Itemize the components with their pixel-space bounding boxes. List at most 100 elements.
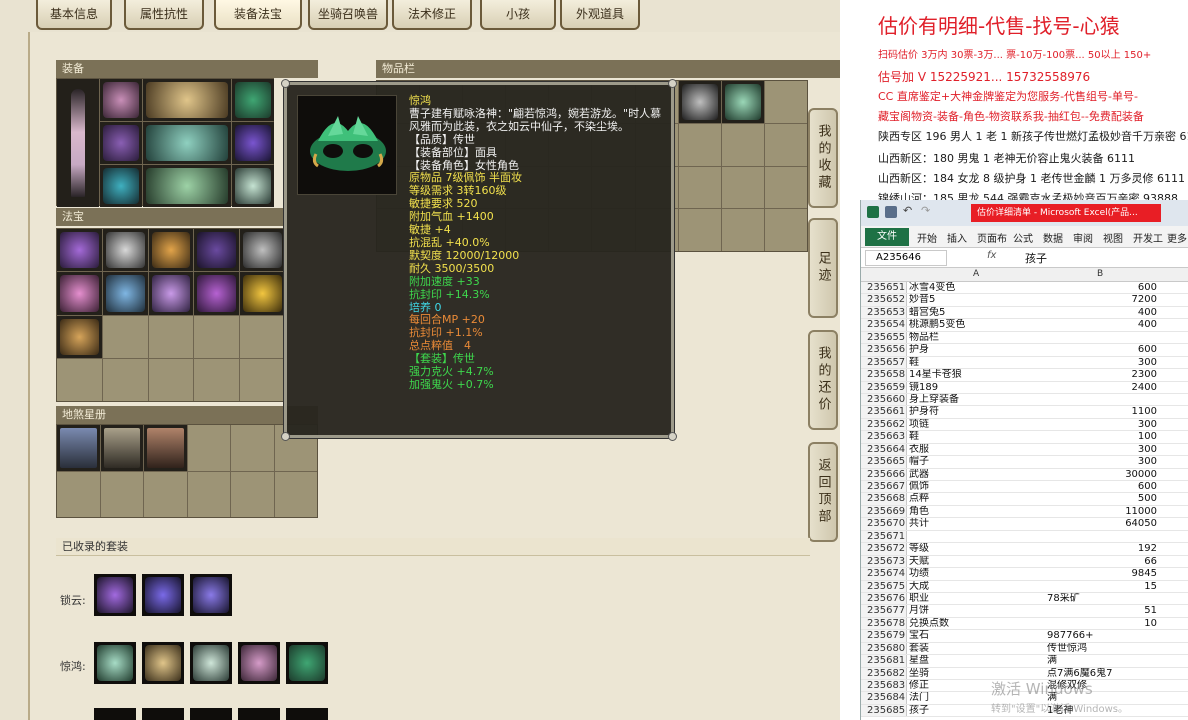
undo-icon[interactable]: ↶ [903,204,912,217]
row-number[interactable]: 235662 [861,418,907,431]
equipment-slot[interactable] [100,79,142,121]
table-row[interactable]: 235659 镜189 2400 [861,381,1188,394]
table-row[interactable]: 235672 等级 192 [861,543,1188,556]
equipment-slot[interactable] [232,122,274,164]
my-favorites-button[interactable]: 我的收藏 [808,108,838,208]
tab-basic-info[interactable]: 基本信息 [36,0,112,30]
table-row[interactable]: 235662 项链 300 [861,418,1188,432]
cell-a[interactable]: 天赋 [909,556,1045,568]
row-number[interactable]: 235678 [861,617,907,630]
cell-a[interactable]: 物品栏 [909,332,1045,344]
constellation-card[interactable] [57,425,100,471]
cell-b[interactable]: 300 [1047,444,1157,456]
cell-b[interactable]: 600 [1047,344,1157,356]
suit-item[interactable] [142,708,184,720]
row-number[interactable]: 235660 [861,393,907,406]
cell-b[interactable]: 2300 [1047,369,1157,381]
table-row[interactable]: 235654 桃源鹏5变色 400 [861,319,1188,332]
cell-a[interactable]: 镜189 [909,382,1045,394]
row-number[interactable]: 235652 [861,294,907,306]
row-number[interactable]: 235670 [861,518,907,530]
cell-a[interactable]: 鞋 [909,357,1045,369]
table-row[interactable]: 235666 武器 30000 [861,468,1188,481]
save-icon[interactable] [885,206,897,218]
table-row[interactable]: 235668 点粹 500 [861,493,1188,506]
treasure-slot[interactable] [194,229,240,272]
cell-b[interactable]: 600 [1047,282,1157,294]
cell-b[interactable]: 400 [1047,307,1157,319]
table-row[interactable]: 235680 套装 传世惊鸿 [861,642,1188,656]
back-to-top-button[interactable]: 返回顶部 [808,442,838,542]
row-number[interactable]: 235683 [861,680,907,692]
cell-b[interactable]: 1100 [1047,406,1157,418]
empty-slot[interactable] [187,471,230,517]
cell-a[interactable]: 护身符 [909,406,1045,418]
table-row[interactable]: 235669 角色 11000 [861,505,1188,519]
cell-b[interactable]: 10 [1047,618,1157,630]
ribbon-tab-formulas[interactable]: 公式 [1013,230,1033,245]
cell-b[interactable]: 300 [1047,357,1157,369]
suit-item[interactable] [238,642,280,684]
cell-b[interactable]: 11000 [1047,506,1157,518]
row-number[interactable]: 235674 [861,568,907,580]
table-row[interactable]: 235671 [861,530,1188,544]
table-row[interactable]: 235651 冰雪4变色 600 [861,282,1188,295]
equipment-slot[interactable] [143,122,231,164]
table-row[interactable]: 235681 星盘满 [861,655,1188,668]
row-number[interactable]: 235681 [861,655,907,667]
cell-a[interactable]: 鞋 [909,431,1045,443]
table-row[interactable]: 235653 蜡宫兔5 400 [861,306,1188,320]
cell-a[interactable]: 功绩 [909,568,1045,580]
empty-slot[interactable] [240,358,285,401]
my-counter-offer-button[interactable]: 我的还价 [808,330,838,430]
cell-b[interactable]: 100 [1047,431,1157,443]
row-number[interactable]: 235665 [861,456,907,468]
table-row[interactable]: 235678 兑换点数 10 [861,617,1188,631]
cell-a[interactable]: 宝石 [909,630,1045,642]
inventory-item[interactable] [678,81,721,123]
treasure-slot[interactable] [57,229,102,272]
table-row[interactable]: 235673 天赋 66 [861,555,1188,569]
row-number[interactable]: 235685 [861,704,907,717]
tab-mounts-pets[interactable]: 坐骑召唤兽 [308,0,388,30]
column-header-a[interactable]: A [973,269,979,279]
table-row[interactable]: 235660 身上穿装备 [861,393,1188,407]
equipment-slot[interactable] [143,165,231,207]
cell-b[interactable]: 192 [1047,543,1157,555]
redo-icon[interactable]: ↷ [921,204,930,217]
suit-item[interactable] [190,708,232,720]
row-number[interactable]: 235672 [861,543,907,555]
row-number[interactable]: 235680 [861,642,907,655]
tab-appearance[interactable]: 外观道具 [560,0,640,30]
cell-a[interactable]: 共计 [909,518,1045,530]
ribbon-tab-home[interactable]: 开始 [917,230,937,245]
table-row[interactable]: 235670 共计 64050 [861,518,1188,531]
treasure-slot[interactable] [240,272,285,315]
cell-a[interactable]: 衣服 [909,444,1045,456]
ribbon-tab-review[interactable]: 审阅 [1073,230,1093,245]
row-number[interactable]: 235677 [861,605,907,617]
tab-child[interactable]: 小孩 [480,0,556,30]
cell-a[interactable]: 点粹 [909,493,1045,505]
empty-slot[interactable] [194,358,240,401]
suit-item[interactable] [286,642,328,684]
table-row[interactable]: 235677 月饼 51 [861,605,1188,618]
row-number[interactable]: 235657 [861,356,907,369]
row-number[interactable]: 235658 [861,369,907,381]
table-row[interactable]: 235655 物品栏 [861,331,1188,345]
table-row[interactable]: 235657 鞋 300 [861,356,1188,370]
cell-a[interactable]: 妙音5 [909,294,1045,306]
cell-b[interactable]: 400 [1047,319,1157,331]
cell-b[interactable]: 500 [1047,493,1157,505]
table-row[interactable]: 235674 功绩 9845 [861,568,1188,581]
column-header-b[interactable]: B [1097,269,1103,279]
empty-slot[interactable] [102,315,148,358]
cell-a[interactable]: 武器 [909,469,1045,481]
equipment-slot[interactable] [100,165,142,207]
table-row[interactable]: 235658 14星卡苍狼 2300 [861,369,1188,382]
empty-slot[interactable] [187,425,230,471]
cell-a[interactable]: 桃源鹏5变色 [909,319,1045,331]
suit-item[interactable] [142,642,184,684]
cell-b[interactable]: 300 [1047,419,1157,431]
row-number[interactable]: 235659 [861,381,907,393]
